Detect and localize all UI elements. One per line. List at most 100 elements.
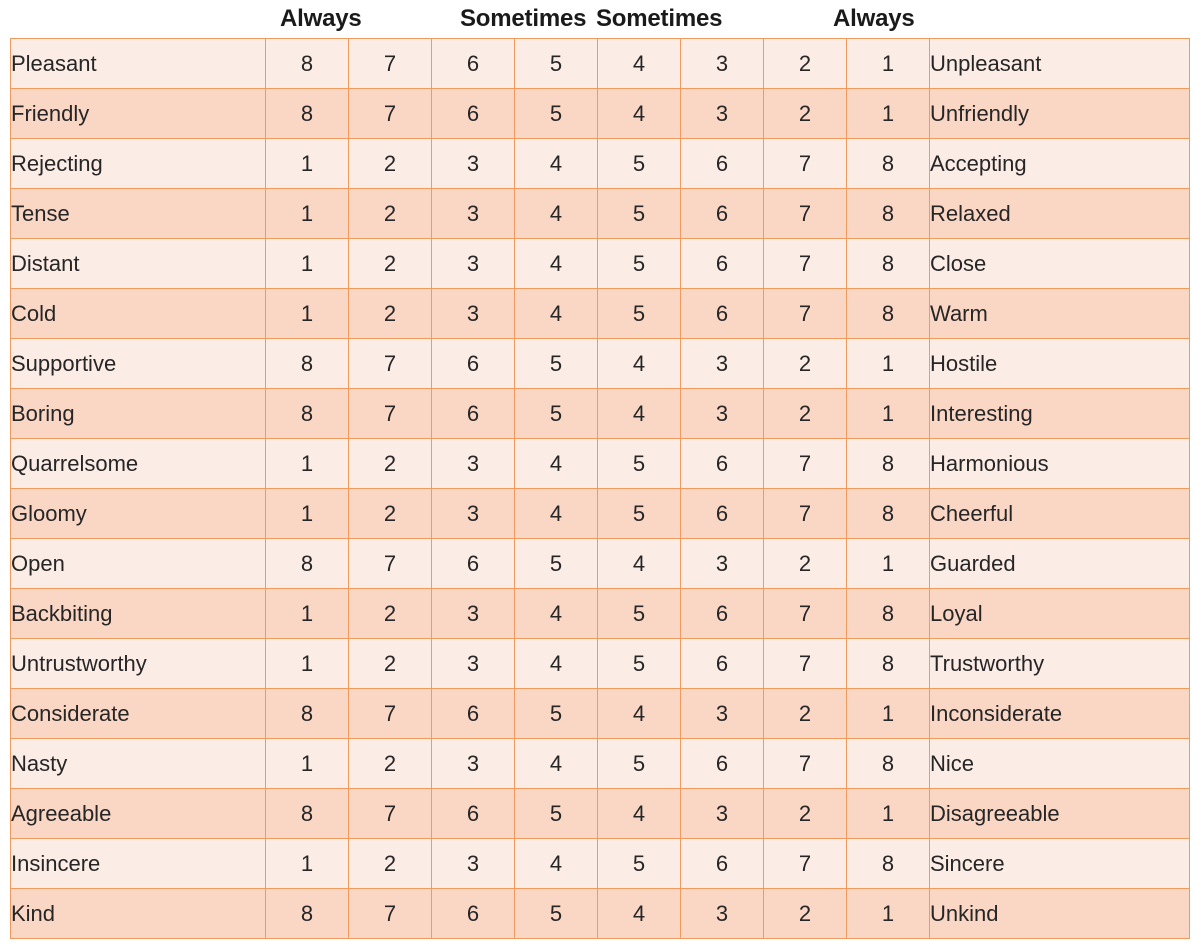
rating-cell[interactable]: 5 xyxy=(597,638,681,689)
rating-cell[interactable]: 1 xyxy=(846,88,930,139)
rating-cell[interactable]: 1 xyxy=(846,338,930,389)
rating-cell[interactable]: 2 xyxy=(763,388,847,439)
rating-cell[interactable]: 6 xyxy=(680,288,764,339)
rating-cell[interactable]: 8 xyxy=(846,638,930,689)
rating-cell[interactable]: 8 xyxy=(265,538,349,589)
rating-cell[interactable]: 5 xyxy=(597,738,681,789)
rating-cell[interactable]: 6 xyxy=(680,188,764,239)
rating-cell[interactable]: 8 xyxy=(846,838,930,889)
rating-cell[interactable]: 5 xyxy=(597,838,681,889)
rating-cell[interactable]: 2 xyxy=(348,838,432,889)
rating-cell[interactable]: 2 xyxy=(348,638,432,689)
rating-cell[interactable]: 8 xyxy=(846,488,930,539)
rating-cell[interactable]: 6 xyxy=(680,138,764,189)
rating-cell[interactable]: 1 xyxy=(265,588,349,639)
rating-cell[interactable]: 1 xyxy=(265,438,349,489)
rating-cell[interactable]: 8 xyxy=(265,38,349,89)
rating-cell[interactable]: 3 xyxy=(431,438,515,489)
rating-cell[interactable]: 7 xyxy=(348,888,432,939)
rating-cell[interactable]: 2 xyxy=(348,738,432,789)
rating-cell[interactable]: 2 xyxy=(348,438,432,489)
rating-cell[interactable]: 4 xyxy=(597,788,681,839)
rating-cell[interactable]: 1 xyxy=(846,788,930,839)
rating-cell[interactable]: 1 xyxy=(846,538,930,589)
rating-cell[interactable]: 6 xyxy=(680,438,764,489)
rating-cell[interactable]: 2 xyxy=(348,488,432,539)
rating-cell[interactable]: 1 xyxy=(265,288,349,339)
rating-cell[interactable]: 8 xyxy=(846,288,930,339)
rating-cell[interactable]: 7 xyxy=(763,188,847,239)
rating-cell[interactable]: 7 xyxy=(763,838,847,889)
rating-cell[interactable]: 6 xyxy=(680,488,764,539)
rating-cell[interactable]: 3 xyxy=(431,738,515,789)
rating-cell[interactable]: 1 xyxy=(265,138,349,189)
rating-cell[interactable]: 4 xyxy=(514,188,598,239)
rating-cell[interactable]: 7 xyxy=(348,788,432,839)
rating-cell[interactable]: 7 xyxy=(763,238,847,289)
rating-cell[interactable]: 8 xyxy=(265,388,349,439)
rating-cell[interactable]: 8 xyxy=(846,138,930,189)
rating-cell[interactable]: 2 xyxy=(763,88,847,139)
rating-cell[interactable]: 3 xyxy=(431,188,515,239)
rating-cell[interactable]: 4 xyxy=(514,638,598,689)
rating-cell[interactable]: 8 xyxy=(265,338,349,389)
rating-cell[interactable]: 8 xyxy=(265,688,349,739)
rating-cell[interactable]: 1 xyxy=(265,238,349,289)
rating-cell[interactable]: 7 xyxy=(763,738,847,789)
rating-cell[interactable]: 3 xyxy=(680,688,764,739)
rating-cell[interactable]: 7 xyxy=(348,388,432,439)
rating-cell[interactable]: 4 xyxy=(514,438,598,489)
rating-cell[interactable]: 3 xyxy=(431,288,515,339)
rating-cell[interactable]: 7 xyxy=(763,288,847,339)
rating-cell[interactable]: 5 xyxy=(597,488,681,539)
rating-cell[interactable]: 5 xyxy=(514,538,598,589)
rating-cell[interactable]: 4 xyxy=(514,588,598,639)
rating-cell[interactable]: 4 xyxy=(514,288,598,339)
rating-cell[interactable]: 3 xyxy=(431,488,515,539)
rating-cell[interactable]: 7 xyxy=(763,138,847,189)
rating-cell[interactable]: 6 xyxy=(431,888,515,939)
rating-cell[interactable]: 2 xyxy=(348,588,432,639)
rating-cell[interactable]: 3 xyxy=(431,138,515,189)
rating-cell[interactable]: 7 xyxy=(348,688,432,739)
rating-cell[interactable]: 7 xyxy=(348,88,432,139)
rating-cell[interactable]: 7 xyxy=(763,638,847,689)
rating-cell[interactable]: 4 xyxy=(597,888,681,939)
rating-cell[interactable]: 2 xyxy=(763,338,847,389)
rating-cell[interactable]: 5 xyxy=(514,88,598,139)
rating-cell[interactable]: 5 xyxy=(514,388,598,439)
rating-cell[interactable]: 1 xyxy=(265,188,349,239)
rating-cell[interactable]: 6 xyxy=(431,38,515,89)
rating-cell[interactable]: 8 xyxy=(846,438,930,489)
rating-cell[interactable]: 3 xyxy=(680,538,764,589)
rating-cell[interactable]: 1 xyxy=(846,388,930,439)
rating-cell[interactable]: 8 xyxy=(265,88,349,139)
rating-cell[interactable]: 6 xyxy=(431,538,515,589)
rating-cell[interactable]: 6 xyxy=(680,738,764,789)
rating-cell[interactable]: 3 xyxy=(431,588,515,639)
rating-cell[interactable]: 8 xyxy=(265,788,349,839)
rating-cell[interactable]: 3 xyxy=(431,838,515,889)
rating-cell[interactable]: 2 xyxy=(763,788,847,839)
rating-cell[interactable]: 1 xyxy=(846,38,930,89)
rating-cell[interactable]: 5 xyxy=(514,888,598,939)
rating-cell[interactable]: 6 xyxy=(680,238,764,289)
rating-cell[interactable]: 2 xyxy=(348,188,432,239)
rating-cell[interactable]: 7 xyxy=(763,588,847,639)
rating-cell[interactable]: 1 xyxy=(846,888,930,939)
rating-cell[interactable]: 5 xyxy=(597,438,681,489)
rating-cell[interactable]: 3 xyxy=(431,238,515,289)
rating-cell[interactable]: 3 xyxy=(680,788,764,839)
rating-cell[interactable]: 3 xyxy=(680,888,764,939)
rating-cell[interactable]: 5 xyxy=(597,238,681,289)
rating-cell[interactable]: 7 xyxy=(763,488,847,539)
rating-cell[interactable]: 7 xyxy=(348,538,432,589)
rating-cell[interactable]: 4 xyxy=(514,138,598,189)
rating-cell[interactable]: 6 xyxy=(431,388,515,439)
rating-cell[interactable]: 8 xyxy=(846,738,930,789)
rating-cell[interactable]: 6 xyxy=(680,838,764,889)
rating-cell[interactable]: 4 xyxy=(597,538,681,589)
rating-cell[interactable]: 5 xyxy=(597,288,681,339)
rating-cell[interactable]: 4 xyxy=(514,238,598,289)
rating-cell[interactable]: 3 xyxy=(431,638,515,689)
